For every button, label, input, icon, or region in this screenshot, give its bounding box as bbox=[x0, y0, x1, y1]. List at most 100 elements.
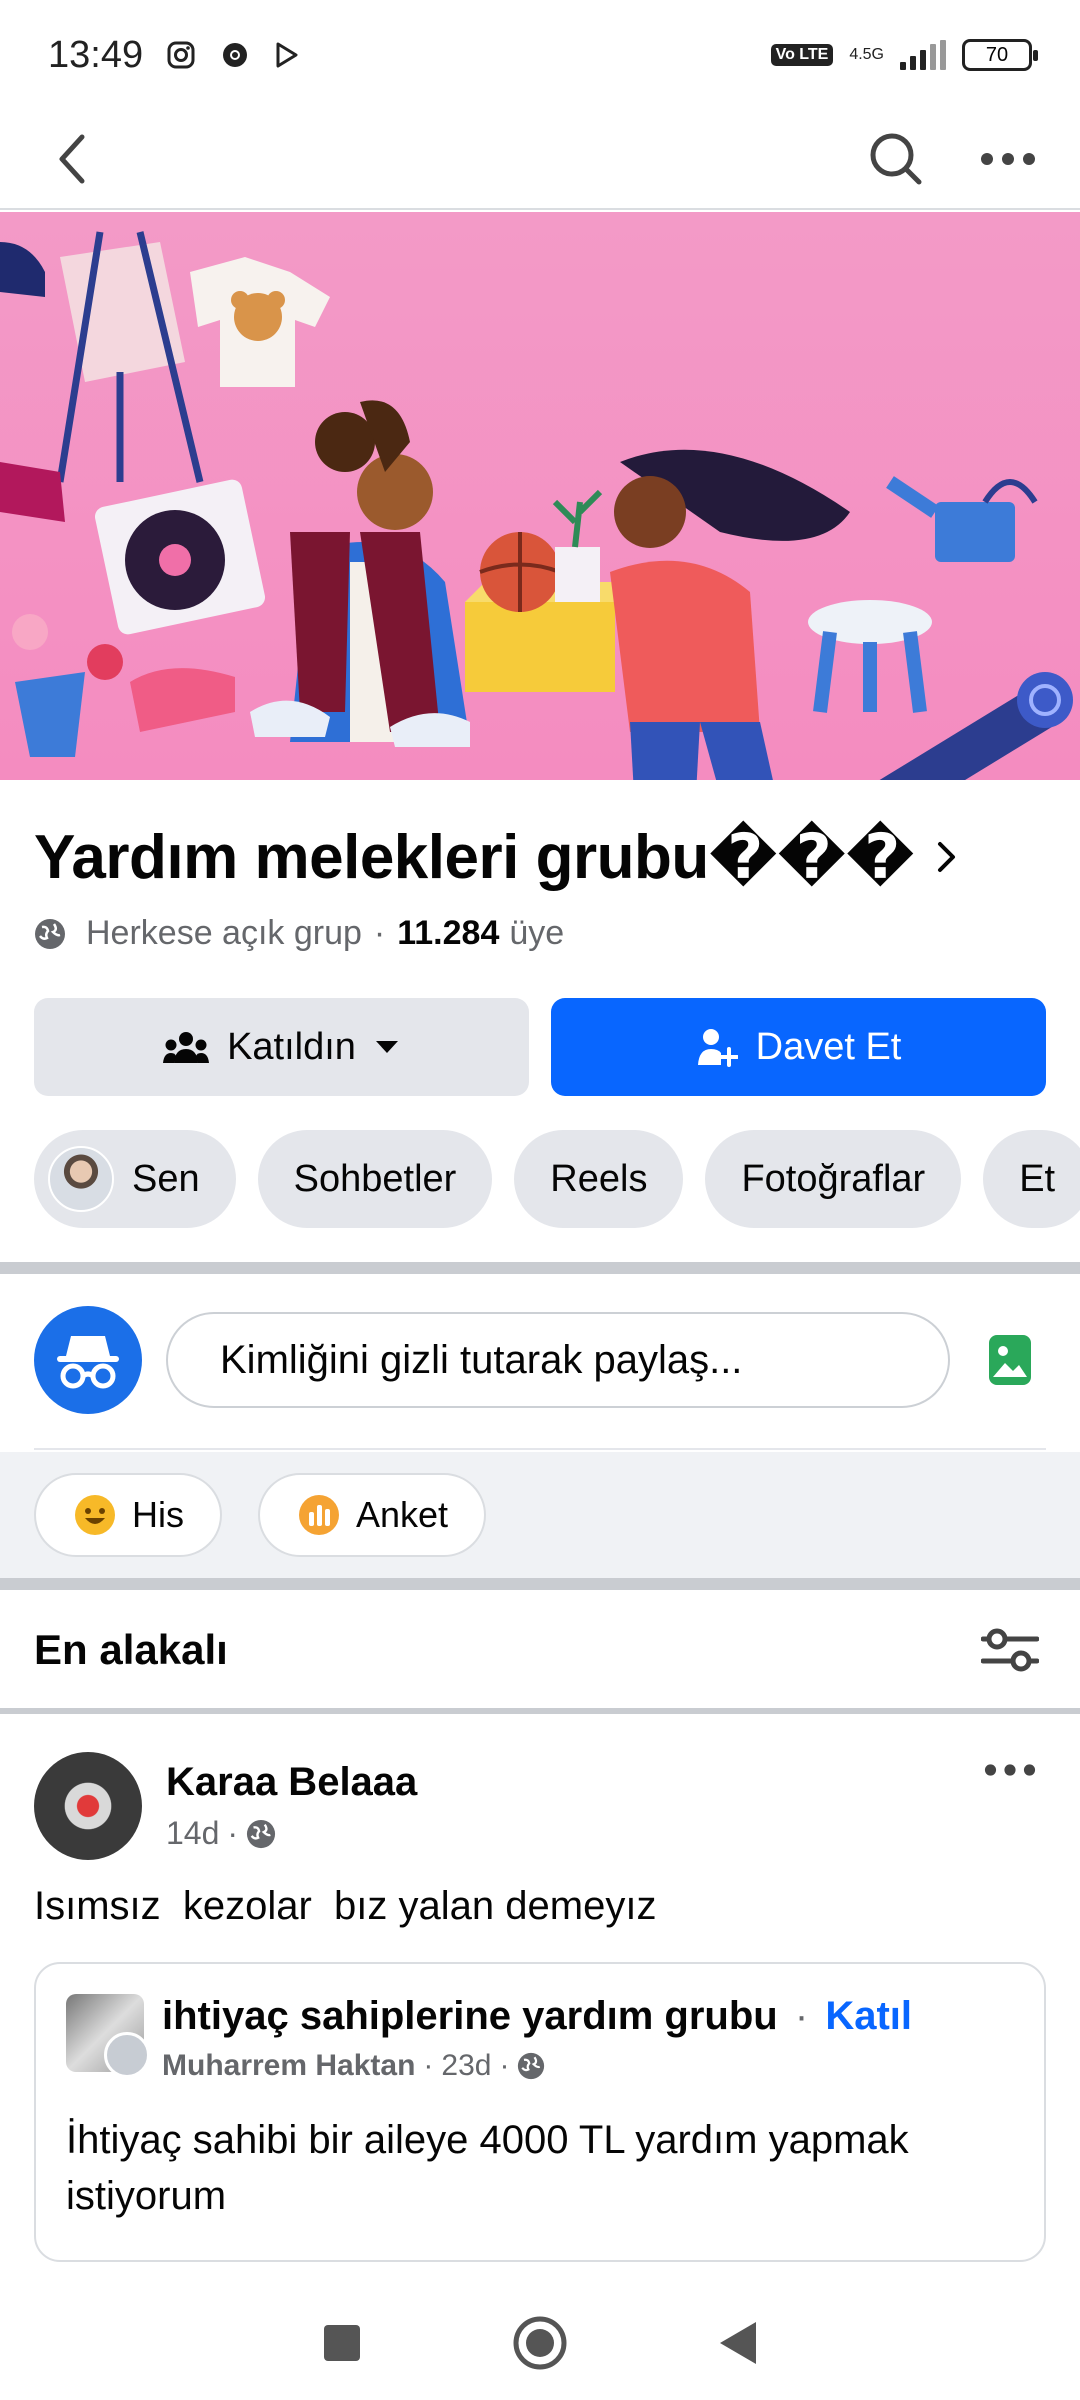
play-store-icon bbox=[276, 42, 298, 68]
meta-separator: · bbox=[373, 914, 386, 952]
dropdown-caret-icon bbox=[375, 1041, 398, 1053]
composer-extras: His Anket bbox=[0, 1452, 1080, 1578]
shared-author-name[interactable]: Muharrem Haktan bbox=[162, 2049, 415, 2083]
user-avatar bbox=[48, 1146, 114, 1212]
tab-events[interactable]: Et bbox=[983, 1130, 1080, 1228]
poll-icon bbox=[299, 1495, 339, 1535]
group-meta: Herkese açık grup · 11.284 üye bbox=[34, 914, 564, 953]
tab-label: Sohbetler bbox=[293, 1157, 457, 1200]
section-divider bbox=[0, 1262, 1080, 1274]
chrome-icon bbox=[223, 43, 248, 67]
globe-icon bbox=[35, 918, 65, 949]
sort-label: En alakalı bbox=[34, 1626, 228, 1673]
back-arrow-icon bbox=[59, 134, 85, 184]
meta-separator: · bbox=[423, 2049, 434, 2082]
incognito-icon bbox=[57, 1336, 119, 1389]
status-bar: 13:49 Vo LTE 4.5G 70 bbox=[0, 0, 1080, 110]
tab-you[interactable]: Sen bbox=[34, 1130, 236, 1228]
home-circle-icon bbox=[513, 2316, 567, 2369]
home-button[interactable] bbox=[512, 2315, 568, 2376]
joined-label: Katıldın bbox=[227, 1025, 356, 1068]
globe-icon bbox=[518, 2052, 545, 2080]
group-actions: Katıldın Davet Et bbox=[34, 998, 1046, 1096]
top-nav bbox=[0, 110, 1080, 210]
meta-separator: · bbox=[794, 1994, 809, 2038]
triangle-back-icon bbox=[720, 2321, 756, 2364]
shared-author-avatar bbox=[104, 2032, 150, 2078]
tab-reels[interactable]: Reels bbox=[514, 1130, 684, 1228]
group-cover-photo[interactable] bbox=[0, 212, 1080, 780]
globe-icon bbox=[246, 1819, 276, 1848]
add-photo-button[interactable] bbox=[974, 1324, 1046, 1396]
sort-filter-button[interactable] bbox=[974, 1614, 1046, 1686]
notification-icons bbox=[167, 41, 299, 69]
post-options-button[interactable] bbox=[974, 1734, 1046, 1806]
tab-chats[interactable]: Sohbetler bbox=[257, 1130, 493, 1228]
sliders-icon bbox=[981, 1628, 1039, 1672]
post-author-avatar[interactable] bbox=[34, 1752, 142, 1860]
more-icon bbox=[981, 153, 1035, 165]
poll-button[interactable]: Anket bbox=[258, 1473, 487, 1557]
recents-button[interactable] bbox=[322, 2323, 362, 2368]
invite-button[interactable]: Davet Et bbox=[551, 998, 1046, 1096]
search-button[interactable] bbox=[860, 123, 932, 195]
section-divider bbox=[0, 1578, 1080, 1590]
feed-sort-row: En alakalı bbox=[34, 1594, 1046, 1706]
group-tabs: Sen Sohbetler Reels Fotoğraflar Et bbox=[34, 1130, 1080, 1230]
shared-post-meta: Muharrem Haktan · 23d · bbox=[162, 2049, 912, 2083]
cover-illustration bbox=[0, 231, 1073, 780]
shared-post-info: ihtiyaç sahiplerine yardım grubu · Katıl… bbox=[162, 1994, 912, 2083]
meta-separator: · bbox=[227, 1815, 239, 1851]
tab-label: Fotoğraflar bbox=[741, 1157, 926, 1200]
joined-button[interactable]: Katıldın bbox=[34, 998, 529, 1096]
meta-separator: · bbox=[499, 2049, 510, 2082]
anonymous-post-input[interactable]: Kimliğini gizli tutarak paylaş... bbox=[166, 1312, 950, 1408]
anonymous-avatar[interactable] bbox=[34, 1306, 142, 1414]
composer-separator bbox=[34, 1448, 1046, 1450]
chevron-right-icon bbox=[938, 841, 956, 872]
shared-group-name[interactable]: ihtiyaç sahiplerine yardım grubu bbox=[162, 1994, 778, 2038]
post-author-info: Karaa Belaaa 14d · bbox=[166, 1760, 417, 1852]
smiley-icon bbox=[75, 1495, 115, 1535]
post-time[interactable]: 14d bbox=[166, 1815, 219, 1852]
shared-group-avatar[interactable] bbox=[66, 1994, 150, 2078]
member-count[interactable]: 11.284 bbox=[397, 914, 499, 953]
instagram-icon bbox=[167, 41, 195, 69]
join-group-link[interactable]: Katıl bbox=[825, 1994, 912, 2038]
tab-photos[interactable]: Fotoğraflar bbox=[705, 1130, 962, 1228]
section-divider bbox=[0, 1708, 1080, 1714]
poll-label: Anket bbox=[356, 1494, 449, 1535]
android-nav-bar bbox=[0, 2290, 1080, 2400]
privacy-label: Herkese açık grup bbox=[86, 914, 362, 952]
composer-placeholder: Kimliğini gizli tutarak paylaş... bbox=[220, 1337, 743, 1382]
shared-post-card[interactable]: ihtiyaç sahiplerine yardım grubu · Katıl… bbox=[34, 1962, 1046, 2262]
tab-label: Sen bbox=[132, 1157, 200, 1200]
tab-label: Et bbox=[1019, 1157, 1056, 1200]
more-button[interactable] bbox=[972, 123, 1044, 195]
shared-post-time[interactable]: 23d bbox=[441, 2049, 491, 2083]
post-composer: Kimliğini gizli tutarak paylaş... bbox=[34, 1306, 1046, 1414]
feeling-button[interactable]: His bbox=[34, 1473, 222, 1557]
invite-label: Davet Et bbox=[755, 1025, 902, 1068]
system-back-button[interactable] bbox=[718, 2320, 758, 2371]
shared-group-title: ihtiyaç sahiplerine yardım grubu · Katıl bbox=[162, 1994, 912, 2039]
square-icon bbox=[324, 2324, 360, 2361]
post-author-name[interactable]: Karaa Belaaa bbox=[166, 1760, 417, 1805]
search-icon bbox=[870, 133, 922, 185]
battery-level: 70 bbox=[985, 43, 1009, 66]
shared-post-text: İhtiyaç sahibi bir aileye 4000 TL yardım… bbox=[66, 2118, 909, 2218]
back-button[interactable] bbox=[36, 123, 108, 195]
more-icon bbox=[984, 1764, 1036, 1776]
post-meta: 14d · bbox=[166, 1815, 417, 1852]
member-label: üye bbox=[509, 914, 565, 952]
group-members-icon bbox=[163, 1032, 210, 1063]
post-text: Isımsız kezolar bız yalan demeyız bbox=[34, 1884, 657, 1928]
group-title-row[interactable]: Yardım melekleri grubu��� bbox=[34, 820, 1046, 893]
volte-badge: Vo LTE bbox=[770, 44, 834, 66]
add-person-icon bbox=[697, 1029, 738, 1067]
network-type: 4.5G bbox=[849, 46, 884, 63]
photo-icon bbox=[989, 1335, 1031, 1385]
status-time: 13:49 bbox=[48, 33, 144, 76]
signal-icon bbox=[900, 40, 946, 70]
feeling-label: His bbox=[132, 1494, 184, 1535]
